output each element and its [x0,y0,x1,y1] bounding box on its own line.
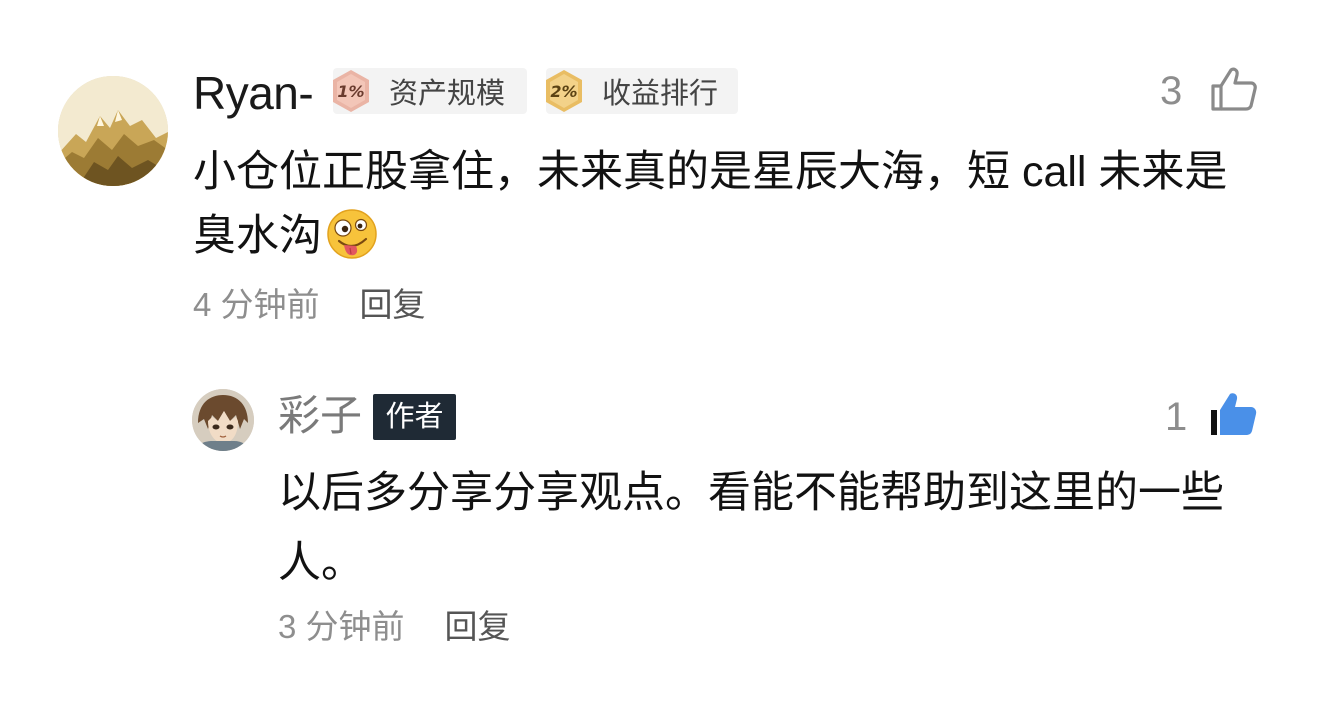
comment-meta: 3 分钟前 回复 [278,606,511,648]
avatar[interactable] [192,389,254,451]
thumbs-up-filled-icon[interactable] [1209,391,1259,437]
zany-face-emoji-icon [326,208,378,260]
timestamp: 4 分钟前 [193,286,320,323]
anime-character-avatar-image [192,389,254,451]
username[interactable]: 彩子 [278,390,362,442]
reply-button[interactable]: 回复 [445,606,511,648]
badge-label: 收益排行 [602,78,719,110]
asset-scale-badge[interactable]: 1% 资产规模 [333,68,527,114]
comment-content: 小仓位正股拿住，未来真的是星辰大海，短 call 未来是臭水沟 [193,148,1228,260]
mountain-avatar-image [58,76,168,186]
author-tag: 作者 [373,394,456,440]
like-count: 1 [1165,395,1188,439]
like-count: 3 [1160,69,1183,113]
hexagon-2-percent-icon: 2% [544,69,584,113]
profit-rank-badge[interactable]: 2% 收益排行 [546,68,738,114]
reply-content: 以后多分享分享观点。看能不能帮助到这里的一些人。 [278,469,1224,587]
hexagon-1-percent-icon: 1% [331,69,371,113]
badge-label: 资产规模 [389,78,506,110]
avatar[interactable] [58,76,168,186]
thumbs-up-icon[interactable] [1209,66,1259,112]
comment-main: Ryan- 1% 资产规模 2% 收益排行 3 小仓位正股拿住，未来真的是星辰大… [0,0,1320,350]
comment-meta: 4 分钟前 回复 [193,284,426,326]
timestamp: 3 分钟前 [278,608,405,645]
reply-button[interactable]: 回复 [360,284,426,326]
username[interactable]: Ryan- [193,64,314,122]
